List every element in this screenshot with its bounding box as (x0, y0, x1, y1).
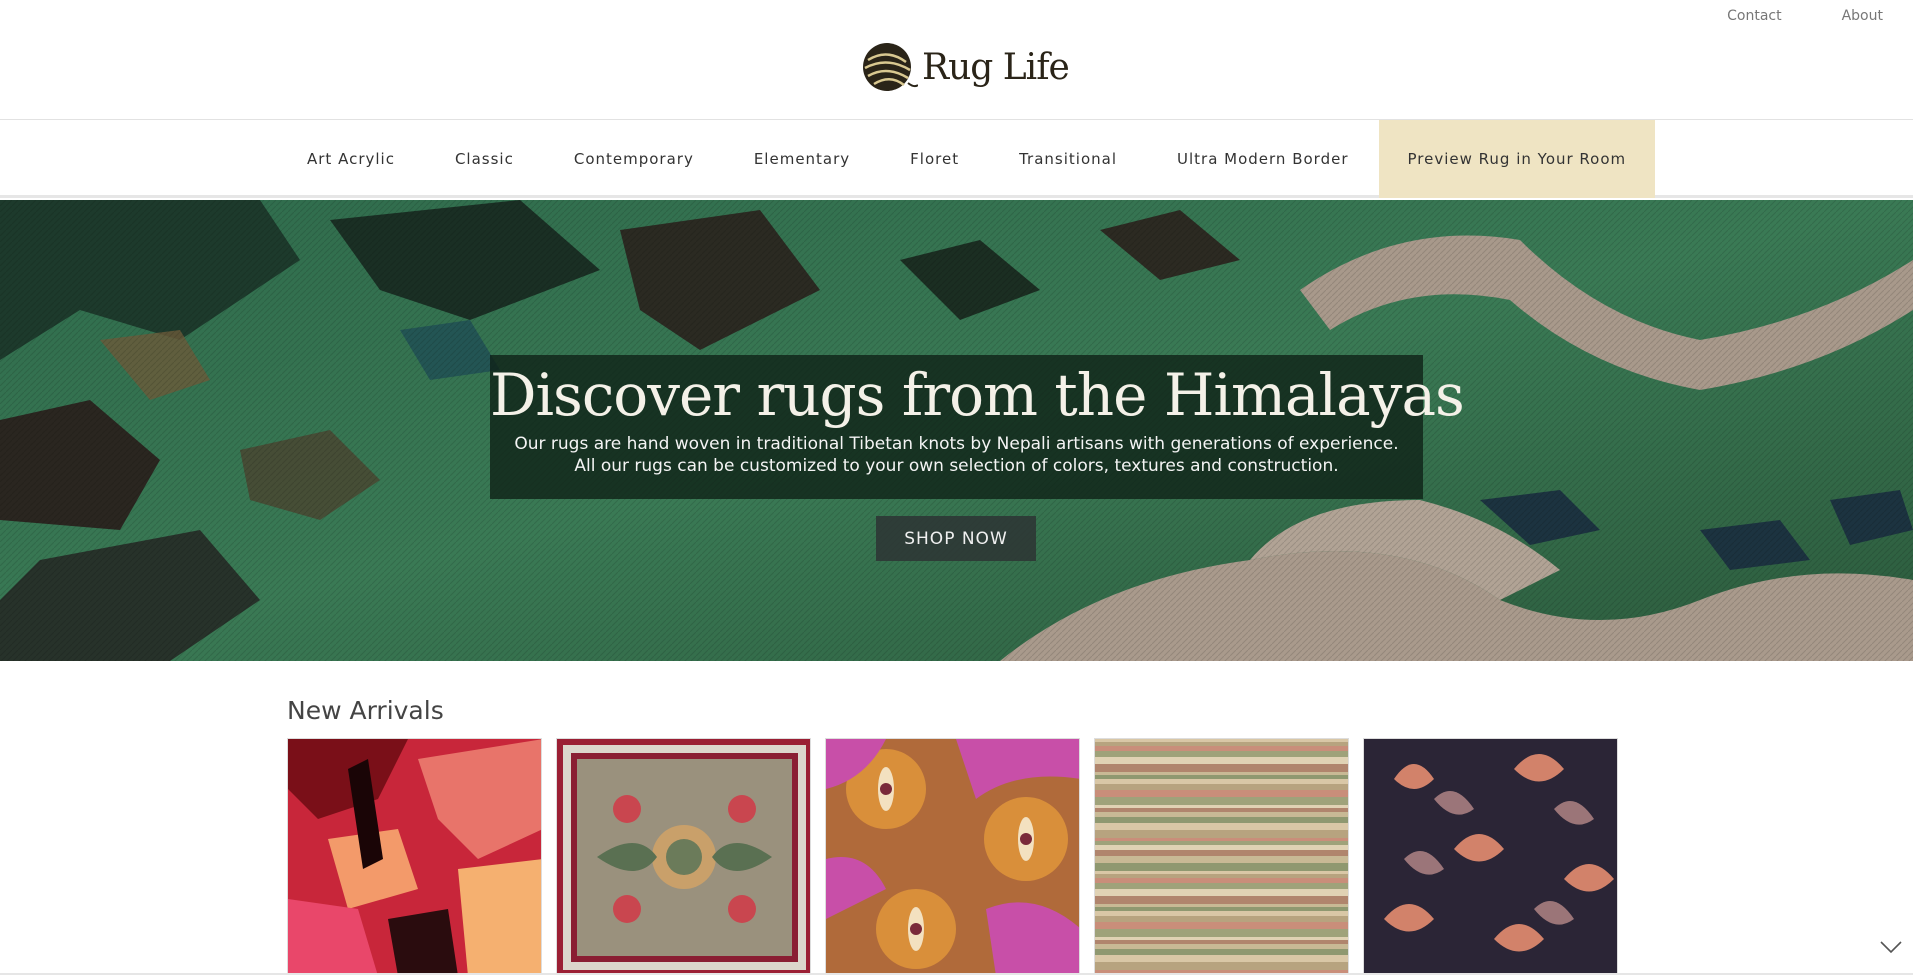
abstract-red-rug-image (288, 739, 541, 974)
hero-subtitle-line-2: All our rugs can be customized to your o… (574, 456, 1339, 476)
nav-item-floret[interactable]: Floret (880, 120, 989, 198)
header: Contact About Rug Life (0, 0, 1913, 120)
yarn-ball-icon (863, 43, 918, 91)
hero-subtitle-line-1: Our rugs are hand woven in traditional T… (514, 434, 1399, 454)
hero-text-box: Discover rugs from the Himalayas Our rug… (490, 355, 1465, 499)
arrival-tile-3[interactable] (825, 738, 1080, 975)
nav-item-art-acrylic[interactable]: Art Acrylic (277, 120, 425, 198)
arrival-tile-2[interactable] (556, 738, 811, 975)
category-nav: Art Acrylic Classic Contemporary Element… (0, 120, 1913, 198)
floret-rug-image (826, 739, 1079, 974)
chevron-down-icon[interactable] (1880, 940, 1902, 954)
new-arrivals-list (287, 738, 1618, 975)
contact-link[interactable]: Contact (1727, 8, 1781, 24)
classic-floral-rug-image (557, 739, 810, 974)
damask-navy-rug-image (1364, 739, 1617, 974)
nav-item-elementary[interactable]: Elementary (724, 120, 880, 198)
nav-item-transitional[interactable]: Transitional (989, 120, 1147, 198)
arrival-tile-5[interactable] (1363, 738, 1618, 975)
striped-rug-image (1095, 739, 1348, 974)
hero-banner: Discover rugs from the Himalayas Our rug… (0, 200, 1913, 661)
arrival-tile-4[interactable] (1094, 738, 1349, 975)
arrival-tile-1[interactable] (287, 738, 542, 975)
nav-item-classic[interactable]: Classic (425, 120, 544, 198)
top-links: Contact About (1727, 8, 1883, 24)
shop-now-button[interactable]: SHOP NOW (876, 516, 1036, 561)
about-link[interactable]: About (1842, 8, 1883, 24)
nav-item-contemporary[interactable]: Contemporary (544, 120, 724, 198)
logo[interactable]: Rug Life (860, 36, 1074, 98)
nav-item-ultra-modern-border[interactable]: Ultra Modern Border (1147, 120, 1379, 198)
hero-title: Discover rugs from the Himalayas (490, 361, 1465, 429)
nav-item-preview-rug[interactable]: Preview Rug in Your Room (1378, 120, 1656, 198)
new-arrivals-heading: New Arrivals (287, 696, 444, 725)
brand-name: Rug Life (922, 46, 1070, 88)
